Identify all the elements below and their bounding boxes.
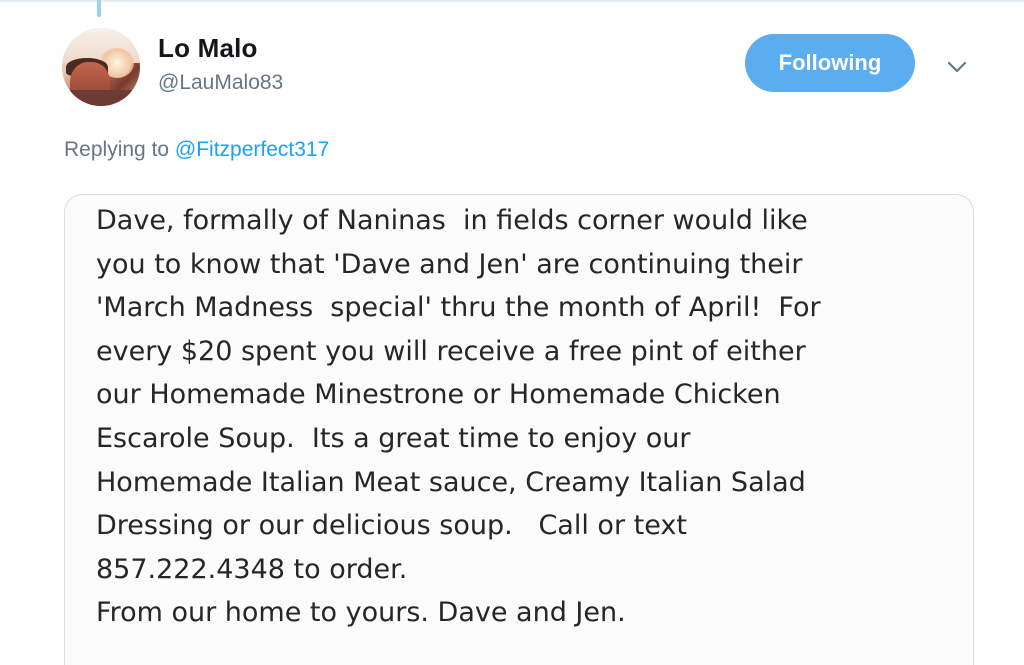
author-name[interactable]: Lo Malo: [158, 33, 258, 64]
replying-to-line: Replying to @Fitzperfect317: [64, 138, 329, 162]
image-text-line: 857.222.4348 to order.: [96, 553, 408, 585]
following-button[interactable]: Following: [745, 34, 915, 92]
image-text-line: Escarole Soup. Its a great time to enjoy…: [96, 422, 691, 454]
image-text-line: 'March Madness special' thru the month o…: [96, 292, 821, 324]
author-handle[interactable]: @LauMalo83: [158, 71, 283, 95]
image-text-line: you to know that 'Dave and Jen' are cont…: [96, 248, 803, 280]
image-text: Dave, formally of Naninas in fields corn…: [96, 199, 966, 635]
tweet-image[interactable]: Dave, formally of Naninas in fields corn…: [64, 194, 974, 665]
reply-mention-link[interactable]: @Fitzperfect317: [175, 138, 329, 161]
image-text-line: Dressing or our delicious soup. Call or …: [96, 510, 687, 542]
chevron-down-icon[interactable]: [944, 56, 970, 78]
top-divider: [0, 0, 1024, 2]
image-text-line: every $20 spent you will receive a free …: [96, 335, 806, 367]
avatar[interactable]: [62, 28, 140, 106]
image-text-line: our Homemade Minestrone or Homemade Chic…: [96, 379, 781, 411]
conversation-thread-line: [97, 0, 101, 17]
replying-to-label: Replying to: [64, 138, 175, 161]
image-text-line: Homemade Italian Meat sauce, Creamy Ital…: [96, 466, 806, 498]
avatar-shoulder: [62, 90, 140, 106]
image-text-line: From our home to yours. Dave and Jen.: [96, 597, 626, 629]
image-text-line: Dave, formally of Naninas in fields corn…: [96, 205, 808, 236]
